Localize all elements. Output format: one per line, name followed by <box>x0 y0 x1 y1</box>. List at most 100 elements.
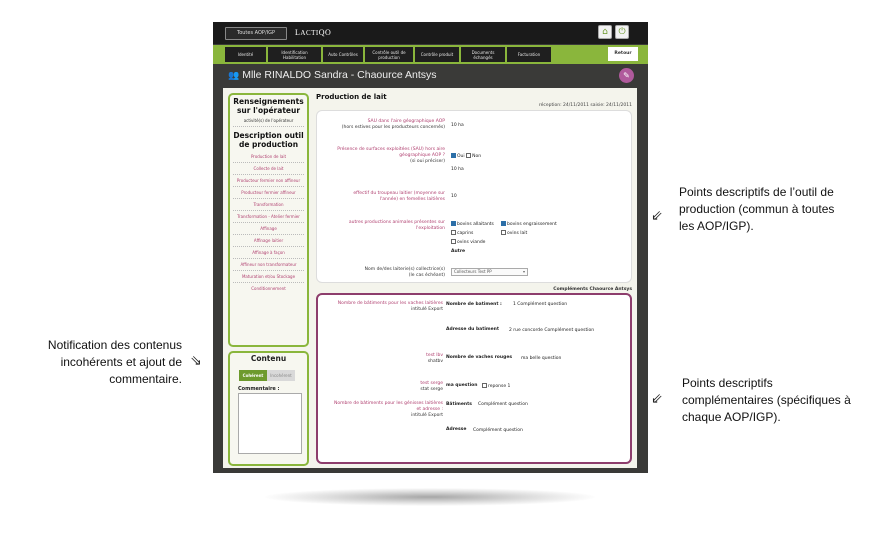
question-sau-l2: (hors estives pour les producteurs conce… <box>341 125 445 130</box>
nav-identite[interactable]: Identité <box>225 47 266 62</box>
sidebar-item-fermier-affineur[interactable]: Producteur fermier affineur <box>233 187 304 199</box>
sidebar-item-activites[interactable]: activité(s) de l'opérateur <box>233 115 304 127</box>
annotation-right-top-l3: les AOP/IGP). <box>679 219 754 233</box>
comment-textarea[interactable] <box>238 393 302 454</box>
complement-a-adresse-batiment: Adresse du batiment <box>446 327 499 333</box>
home-icon[interactable]: ⌂ <box>598 25 612 39</box>
complement-a-vaches-rouges: Nombre de vaches rouges <box>446 355 512 361</box>
sidebar-item-collecte-lait[interactable]: Collecte de lait <box>233 163 304 175</box>
laiterie-select-value: Collecteurs Test PP <box>454 269 492 274</box>
complement-q-batiments-genisses-l3: intitulé Export <box>411 413 443 418</box>
sidebar-item-conditionnement[interactable]: Conditionnement <box>233 283 304 294</box>
sidebar-item-affineur-non-transfo[interactable]: Affineur non transformateur <box>233 259 304 271</box>
logo-part-b: ACTI <box>300 29 319 37</box>
sidebar-item-transformation[interactable]: Transformation <box>233 199 304 211</box>
question-autres-productions: autres productions animales présentes su… <box>319 220 445 232</box>
annotation-left: Notification des contenus incohérents et… <box>24 337 182 388</box>
option-bovins-allaitants: bovins allaitants <box>451 221 494 228</box>
complement-q-test-lbv-l2: shatbv <box>427 359 443 364</box>
question-hors-aire: Présence de surfaces exploitées (SAU) ho… <box>319 147 445 165</box>
nav-facturation[interactable]: Facturation <box>507 47 551 62</box>
question-autres-productions-l2: l'exploitation <box>415 226 445 231</box>
complement-value-adresse: Complément question <box>473 428 523 433</box>
retour-button[interactable]: Retour <box>608 47 638 61</box>
checkbox-caprins[interactable] <box>451 230 456 235</box>
answer-hors-aire-value: 10 ha <box>451 167 464 172</box>
option-ovins-lait: ovins lait <box>501 230 527 237</box>
lactiqo-logo: LACTIQO <box>295 27 331 38</box>
complement-label-vaches-rouges: Nombre de vaches rouges <box>446 355 513 360</box>
checkbox-bovins-engraissement[interactable] <box>501 221 506 226</box>
complement-label-ma-question: ma question <box>446 383 478 388</box>
checkbox-ovins-lait[interactable] <box>501 230 506 235</box>
logo-part-c: QO <box>318 28 332 37</box>
sidebar-heading-operateur-l1: Renseignements <box>233 97 304 106</box>
label-non: Non <box>472 154 482 159</box>
question-sau: SAU dans l'aire géographique AOP (hors e… <box>319 119 445 131</box>
sidebar-item-affinage[interactable]: Affinage <box>233 223 304 235</box>
sidebar-item-affinage-facon[interactable]: Affinage à façon <box>233 247 304 259</box>
incoherent-button[interactable]: Incohérent <box>267 370 295 381</box>
answer-hors-aire: Oui Non <box>451 153 481 160</box>
page-title-text: Mlle RINALDO Sandra - Chaource Antsys <box>242 69 437 81</box>
laiterie-select[interactable]: Collecteurs Test PP ▾ <box>451 268 528 276</box>
checkbox-bovins-allaitants[interactable] <box>451 221 456 226</box>
sidebar-item-affinage-laitier[interactable]: Affinage laitier <box>233 235 304 247</box>
sidebar-heading-outil-l2: de production <box>238 140 299 149</box>
sidebar-heading-outil-l1: Description outil <box>233 131 304 140</box>
complement-q-batiments-vaches-l2: intitulé Export <box>411 307 443 312</box>
complement-q-batiments-genisses: Nombre de bâtiments pour les génisses la… <box>320 401 443 419</box>
sidebar-item-maturation[interactable]: Maturation et/ou Stockage <box>233 271 304 283</box>
common-fields-panel: SAU dans l'aire géographique AOP (hors e… <box>316 110 632 283</box>
sidebar-item-production-lait[interactable]: Production de lait <box>233 151 304 163</box>
coherence-toggle: Cohérent Incohérent <box>239 370 295 381</box>
complement-a-ma-question: ma question <box>446 383 477 389</box>
content-area: Renseignements sur l'opérateur activité(… <box>223 88 637 468</box>
answer-sau: 10 ha <box>451 123 464 128</box>
label-bovins-allaitants: bovins allaitants <box>457 222 494 227</box>
aop-selector-button[interactable]: Toutes AOP/IGP <box>225 27 287 40</box>
page-title: 👥 Mlle RINALDO Sandra - Chaource Antsys <box>228 69 437 81</box>
nav-controle-outil[interactable]: Contrôle outil de production <box>365 47 413 62</box>
option-ovins-viande: ovins viande <box>451 239 485 246</box>
nav-strip: Identité Identification Habilitation Aut… <box>225 47 551 62</box>
label-ovins-lait: ovins lait <box>507 231 528 236</box>
sidebar-heading-outil: Description outil de production <box>230 127 307 151</box>
app-window: Toutes AOP/IGP LACTIQO ⌂ ⏻ Identité Iden… <box>213 22 648 473</box>
complements-title: Compléments Chaource Antsys <box>553 287 632 292</box>
top-bar: Toutes AOP/IGP LACTIQO ⌂ ⏻ <box>213 22 648 44</box>
power-icon[interactable]: ⏻ <box>615 25 629 39</box>
checkbox-ovins-viande[interactable] <box>451 239 456 244</box>
nav-controle-produit[interactable]: Contrôle produit <box>415 47 459 62</box>
annotation-right-bottom: Points descriptifs complémentaires (spéc… <box>682 375 872 426</box>
sidebar-item-atelier-fermier[interactable]: Transformation - Atelier fermier <box>233 211 304 223</box>
option-bovins-engraissement: bovins engraissement <box>501 221 557 228</box>
annotation-left-l2: incohérents et ajout de <box>60 355 182 369</box>
drop-shadow <box>265 488 595 506</box>
checkbox-non[interactable] <box>466 153 472 158</box>
question-laiterie-l2: (le cas échéant) <box>408 273 445 278</box>
main-panel: Production de lait réception: 24/11/2011… <box>314 91 634 467</box>
arrow-icon-right-top: ⇙ <box>651 208 663 224</box>
complement-a-batiments: Bâtiments <box>446 402 472 408</box>
question-effectif-l2: l'année) en femelles laitières <box>379 197 445 202</box>
question-effectif: effectif du troupeau laitier (moyenne su… <box>319 191 445 203</box>
complement-q-test-lbv: test lbv shatbv <box>320 353 443 365</box>
label-bovins-engraissement: bovins engraissement <box>507 222 557 227</box>
arrow-icon-left: ⇘ <box>190 353 202 369</box>
annotation-right-top: Points descriptifs de l’outil de product… <box>679 184 869 235</box>
edit-icon[interactable]: ✎ <box>619 68 634 83</box>
sidebar-item-fermier-non-affineur[interactable]: Producteur fermier non affineur <box>233 175 304 187</box>
sidebar-heading-operateur: Renseignements sur l'opérateur <box>230 95 307 115</box>
nav-auto-controles[interactable]: Auto Contrôles <box>323 47 363 62</box>
annotation-left-l1: Notification des contenus <box>47 338 182 352</box>
label-autre: Autre <box>451 249 466 254</box>
coherent-button[interactable]: Cohérent <box>239 370 267 381</box>
user-icon: 👥 <box>228 70 240 80</box>
complement-a-batiments-vaches: Nombre de batiment : <box>446 302 502 308</box>
checkbox-reponse-1[interactable] <box>482 383 487 388</box>
checkbox-oui[interactable] <box>451 153 456 158</box>
nav-documents[interactable]: Documents échangés <box>461 47 505 62</box>
complement-q-test-serge-l2: stat serge <box>420 387 443 392</box>
nav-identification[interactable]: Identification Habilitation <box>268 47 321 62</box>
